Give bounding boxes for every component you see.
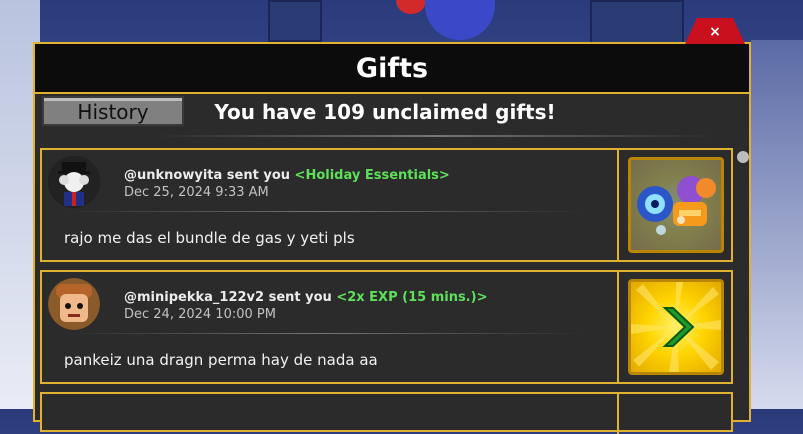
gift-card: @minipekka_122v2 sent you <2x EXP (15 mi…: [40, 270, 733, 384]
card-divider: [64, 211, 584, 212]
fruits-bundle-icon: [631, 160, 721, 250]
unclaimed-count-text: You have 109 unclaimed gifts!: [214, 100, 556, 124]
avatar-icon: [48, 278, 100, 330]
avatar: [48, 156, 100, 208]
claim-area: [617, 150, 731, 260]
background-red-orb: [396, 0, 426, 14]
gift-date: Dec 25, 2024 9:33 AM: [124, 185, 269, 200]
green-arrow-icon: [631, 282, 721, 372]
claim-area: [617, 394, 731, 434]
background-tower: [590, 0, 684, 44]
avatar-icon: [48, 156, 100, 208]
gifts-panel: Gifts History You have 109 unclaimed gif…: [33, 42, 751, 434]
claim-gift-button[interactable]: [628, 157, 724, 253]
background-blue-orb: [425, 0, 495, 40]
claim-gift-button[interactable]: [628, 279, 724, 375]
gift-message: rajo me das el bundle de gas y yeti pls: [64, 229, 355, 247]
history-button[interactable]: History: [42, 96, 184, 126]
panel-title: Gifts: [355, 52, 429, 84]
gift-item-name: <Holiday Essentials>: [294, 168, 450, 183]
gift-date: Dec 24, 2024 10:00 PM: [124, 307, 276, 322]
gift-sender: @minipekka_122v2 sent you: [124, 290, 332, 305]
claim-area: [617, 272, 731, 382]
card-divider: [64, 333, 584, 334]
gift-card: @unknowyita sent you <Holiday Essentials…: [40, 148, 733, 262]
avatar: [48, 278, 100, 330]
gift-item-name: <2x EXP (15 mins.)>: [336, 290, 488, 305]
panel-header: Gifts: [35, 44, 749, 94]
scrollbar-thumb[interactable]: [737, 151, 749, 163]
gift-message: pankeiz una dragn perma hay de nada aa: [64, 351, 378, 369]
gift-sender: @unknowyita sent you: [124, 168, 291, 183]
background-snow-right: [751, 40, 803, 409]
header-divider: [155, 135, 715, 137]
gift-card: [40, 392, 733, 434]
background-house: [268, 0, 322, 42]
gift-sender-line: @minipekka_122v2 sent you <2x EXP (15 mi…: [124, 290, 487, 305]
gift-sender-line: @unknowyita sent you <Holiday Essentials…: [124, 168, 450, 183]
